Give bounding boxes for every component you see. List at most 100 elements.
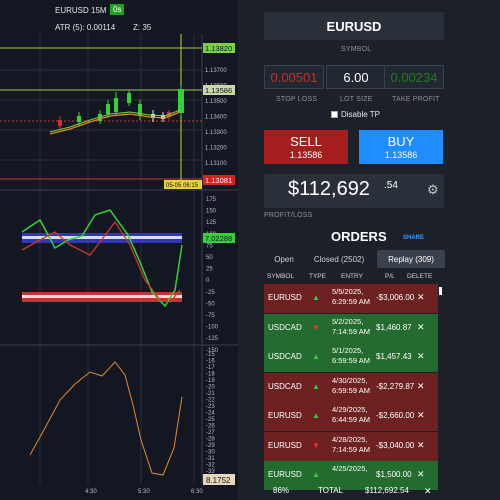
profit-loss-box: $112,692 .54 ⚙ <box>264 174 444 208</box>
delete-icon[interactable]: ✕ <box>417 322 425 333</box>
orders-title: ORDERS <box>331 229 387 244</box>
order-date: 4/25/2025, <box>332 464 368 473</box>
checkbox-box[interactable] <box>331 111 338 118</box>
order-time: 7:14:59 AM <box>332 326 370 336</box>
order-entry: 4/29/2025, 6:44:59 AM <box>332 405 370 425</box>
disable-tp-checkbox[interactable]: Disable TP <box>331 110 380 119</box>
oscillator-tick: -28 <box>206 437 215 443</box>
order-row[interactable]: USDCAD ▲ 4/30/2025, 6:59:59 AM -$2,279.87 ✕ <box>264 372 438 402</box>
indicator-tick: -100 <box>206 325 219 331</box>
arrow-up-icon: ▲ <box>312 381 320 391</box>
atr-readout: ATR (5): 0.00114 <box>55 23 116 32</box>
delete-icon[interactable]: ✕ <box>417 469 425 480</box>
order-row[interactable]: EURUSD ▲ 4/29/2025, 6:44:59 AM -$2,660.00 ✕ <box>264 402 438 431</box>
candles <box>58 86 184 130</box>
tab-closed[interactable]: Closed (2502) <box>305 250 373 268</box>
order-time: 6:44:59 AM <box>332 415 370 424</box>
pl-value: $112,692 <box>288 178 370 200</box>
delete-icon[interactable]: ✕ <box>417 381 425 392</box>
oscillator-tick: -26 <box>206 424 215 430</box>
order-time: 6:29:59 AM <box>332 297 370 306</box>
stop-loss-caption: STOP LOSS <box>276 96 318 103</box>
stop-loss-input[interactable]: 0.00501 <box>264 65 324 89</box>
order-pl: $1,457.43 <box>376 352 412 361</box>
gear-icon[interactable]: ⚙ <box>427 182 439 198</box>
sell-label: SELL <box>290 134 322 149</box>
lot-size-input[interactable]: 6.00 <box>326 65 386 89</box>
time-tick: 6:30 <box>191 489 203 495</box>
indicator-tick: 175 <box>206 197 217 203</box>
oscillator-tick: -24 <box>206 411 215 417</box>
disable-tp-label: Disable TP <box>341 110 380 119</box>
order-row[interactable]: USDCAD ▲ 5/1/2025, 6:59:59 AM $1,457.43 ✕ <box>264 343 438 372</box>
delete-icon[interactable]: ✕ <box>417 410 425 421</box>
price-tick: 1.13100 <box>205 161 227 167</box>
time-tick: 4:30 <box>85 489 97 495</box>
lot-size-caption: LOT SIZE <box>340 96 373 103</box>
oscillator-tick: -22 <box>206 398 215 404</box>
order-row[interactable]: EURUSD ▲ 5/5/2025, 6:29:59 AM -$3,006.00 ✕ <box>264 284 438 313</box>
order-row[interactable]: EURUSD ▲ 4/25/2025, $1,500.00 ✕ <box>264 461 438 490</box>
sell-price: 1.13586 <box>289 150 323 160</box>
arrow-up-icon: ▲ <box>312 411 320 420</box>
order-pl: -$2,660.00 <box>376 411 415 420</box>
order-row[interactable]: USDCAD ▼ 5/2/2025, 7:14:59 AM $1,460.87 ✕ <box>264 313 438 343</box>
oscillator-tick: -31 <box>206 456 215 462</box>
oscillator-tick: -25 <box>206 417 215 423</box>
oscillator-tick: -23 <box>206 404 215 410</box>
order-row[interactable]: EURUSD ▼ 4/28/2025, 7:14:59 AM -$3,040.00 ✕ <box>264 431 438 461</box>
arrow-up-icon: ▲ <box>312 293 320 302</box>
candle <box>58 120 62 126</box>
candle <box>127 93 131 103</box>
price-tick: 1.13200 <box>205 146 227 152</box>
order-entry: 4/28/2025, 7:14:59 AM <box>332 435 370 455</box>
scrollbar-thumb[interactable] <box>439 287 442 295</box>
delete-icon[interactable]: ✕ <box>417 292 425 303</box>
indicator-tick: -125 <box>206 336 219 342</box>
label-current: 1.13586 <box>205 86 232 95</box>
price-tick: 1.13300 <box>205 130 227 136</box>
close-icon[interactable]: ✕ <box>424 486 432 497</box>
label-indicator: 7.02288 <box>205 234 232 243</box>
share-link[interactable]: SHARE <box>403 235 424 241</box>
z-readout: Z: 35 <box>133 23 152 32</box>
oscillator-tick: -21 <box>206 391 215 397</box>
order-entry: 5/5/2025, 6:29:59 AM <box>332 287 370 307</box>
tab-replay[interactable]: Replay (309) <box>377 250 445 268</box>
delete-icon[interactable]: ✕ <box>417 440 425 451</box>
time-label: 05-05 06:15 <box>166 183 199 189</box>
order-time: 7:14:59 AM <box>332 444 370 454</box>
symbol-selector[interactable]: EURUSD <box>264 12 444 40</box>
indicator-tick: -75 <box>206 313 215 319</box>
label-stop: 1.13081 <box>205 176 232 185</box>
order-date: 4/29/2025, <box>332 405 368 414</box>
price-axis-ticks: 1.137001.136001.135001.134001.133001.132… <box>205 68 227 167</box>
order-date: 5/2/2025, <box>332 316 364 326</box>
delete-icon[interactable]: ✕ <box>417 351 425 362</box>
buy-price: 1.13586 <box>384 150 418 160</box>
trade-panel: EURUSD SYMBOL 0.00501 6.00 0.00234 STOP … <box>255 0 500 500</box>
candle <box>106 104 110 114</box>
oscillator-tick: -18 <box>206 372 215 378</box>
time-axis-ticks: 4:30 5:30 6:30 <box>85 489 203 495</box>
buy-label: BUY <box>387 134 415 149</box>
buy-button[interactable]: BUY 1.13586 <box>359 130 443 164</box>
sell-button[interactable]: SELL 1.13586 <box>264 130 348 164</box>
oscillator-tick: -30 <box>206 450 215 456</box>
symbol-caption: SYMBOL <box>341 46 372 53</box>
arrow-up-icon: ▲ <box>312 470 320 479</box>
oscillator-tick: -15 <box>206 352 215 358</box>
arrow-up-icon: ▲ <box>312 352 320 361</box>
chart-panel[interactable]: 1.137001.136001.135001.134001.133001.132… <box>0 0 238 500</box>
oscillator-tick: -19 <box>206 378 215 384</box>
order-symbol: USDCAD <box>268 381 302 391</box>
tab-open[interactable]: Open <box>264 250 304 268</box>
order-pl: $1,500.00 <box>376 470 412 479</box>
arrow-down-icon: ▼ <box>312 440 320 450</box>
order-symbol: EURUSD <box>268 411 302 420</box>
take-profit-input[interactable]: 0.00234 <box>384 65 444 89</box>
order-entry: 5/2/2025, 7:14:59 AM <box>332 317 370 337</box>
label-osc: 8.1752 <box>206 476 231 485</box>
col-type: TYPE <box>309 273 326 280</box>
price-chart[interactable]: 1.137001.136001.135001.134001.133001.132… <box>0 0 238 500</box>
